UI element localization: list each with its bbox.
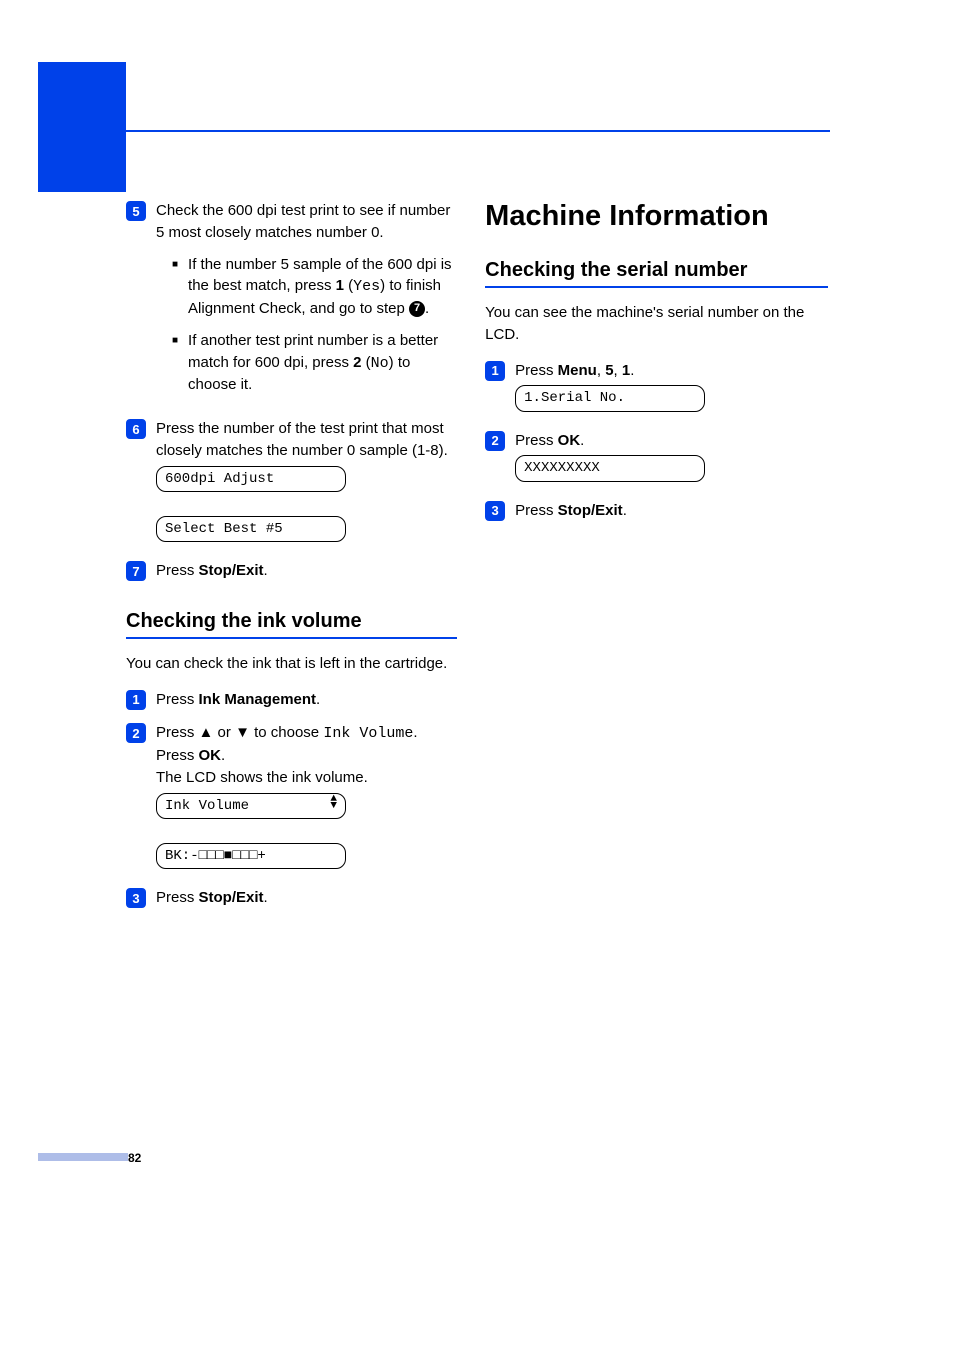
intro-paragraph: You can see the machine's serial number … (485, 302, 828, 346)
step-number-icon: 7 (126, 561, 146, 581)
section-rule (485, 286, 828, 288)
arrow-up-icon: ▲ (199, 724, 214, 741)
text: , (614, 362, 622, 379)
step-7: 7 Press Stop/Exit. (126, 560, 457, 582)
step-number-icon: 5 (126, 201, 146, 221)
key-label: 1 (336, 277, 344, 294)
lcd-display: 600dpi Adjust (156, 466, 346, 492)
key-label: Stop/Exit (199, 889, 264, 906)
step-number-icon: 3 (485, 501, 505, 521)
left-column: 5 Check the 600 dpi test print to see if… (126, 200, 457, 921)
key-label: OK (199, 747, 222, 764)
key-label: Stop/Exit (199, 562, 264, 579)
step-ref-icon: 7 (409, 301, 425, 317)
step-body: Check the 600 dpi test print to see if n… (156, 200, 457, 406)
lcd-display: BK:-□□□■□□□+ (156, 843, 346, 869)
text: , (597, 362, 605, 379)
text: . (623, 502, 627, 519)
step-text: Check the 600 dpi test print to see if n… (156, 202, 450, 241)
step-5: 5 Check the 600 dpi test print to see if… (126, 200, 457, 406)
step-number-icon: 6 (126, 419, 146, 439)
lcd-display: 1.Serial No. (515, 385, 705, 411)
text: or (213, 724, 235, 741)
ink-step-3: 3 Press Stop/Exit. (126, 887, 457, 909)
key-label: OK (558, 432, 581, 449)
section-rule (126, 637, 457, 639)
text: The LCD shows the ink volume. (156, 769, 368, 786)
section-heading: Checking the serial number (485, 259, 828, 282)
footer-accent (38, 1153, 128, 1161)
bullet-item: ■ If another test print number is a bett… (172, 330, 457, 396)
lcd-display: Ink Volume ▲▼ (156, 793, 346, 819)
page-content: 5 Check the 600 dpi test print to see if… (0, 200, 954, 921)
text: Press (156, 724, 199, 741)
ink-step-1: 1 Press Ink Management. (126, 689, 457, 711)
text: . (630, 362, 634, 379)
bullet-text: If the number 5 sample of the 600 dpi is… (188, 254, 457, 320)
serial-step-3: 3 Press Stop/Exit. (485, 500, 828, 522)
lcd-display: XXXXXXXXX (515, 455, 705, 481)
step-body: Press Ink Management. (156, 689, 457, 711)
step-number-icon: 3 (126, 888, 146, 908)
text: Press (156, 562, 199, 579)
step-6: 6 Press the number of the test print tha… (126, 418, 457, 548)
ink-step-2: 2 Press ▲ or ▼ to choose Ink Volume. Pre… (126, 722, 457, 875)
text: . (316, 691, 320, 708)
step-number-icon: 1 (126, 690, 146, 710)
ref-num: 7 (414, 301, 420, 317)
section-heading: Checking the ink volume (126, 610, 457, 633)
key-label: Menu (558, 362, 597, 379)
text: Press (156, 889, 199, 906)
step-body: Press Menu, 5, 1. 1.Serial No. (515, 360, 828, 418)
text: Press (515, 432, 558, 449)
key-label: 1 (622, 362, 630, 379)
text: Press (156, 691, 199, 708)
serial-step-2: 2 Press OK. XXXXXXXXX (485, 430, 828, 488)
bullet-text: If another test print number is a better… (188, 330, 457, 396)
text: to choose (250, 724, 323, 741)
text: Press (515, 502, 558, 519)
text: . (425, 300, 429, 317)
bullet-icon: ■ (172, 258, 178, 320)
step-body: Press ▲ or ▼ to choose Ink Volume. Press… (156, 722, 457, 875)
step-body: Press OK. XXXXXXXXX (515, 430, 828, 488)
updown-icon: ▲▼ (330, 796, 337, 810)
step-number-icon: 2 (485, 431, 505, 451)
step-body: Press the number of the test print that … (156, 418, 457, 548)
bullet-list: ■ If the number 5 sample of the 600 dpi … (172, 254, 457, 397)
step-body: Press Stop/Exit. (156, 560, 457, 582)
step-number-icon: 2 (126, 723, 146, 743)
lcd-display: Select Best #5 (156, 516, 346, 542)
text: ( (344, 277, 353, 294)
text: . (264, 889, 268, 906)
text: ( (361, 354, 370, 371)
bullet-item: ■ If the number 5 sample of the 600 dpi … (172, 254, 457, 320)
header-divider (38, 130, 830, 132)
step-body: Press Stop/Exit. (515, 500, 828, 522)
text: . (580, 432, 584, 449)
text: Press (515, 362, 558, 379)
main-heading: Machine Information (485, 200, 828, 233)
key-label: 5 (605, 362, 613, 379)
bullet-icon: ■ (172, 334, 178, 396)
page-number: 82 (128, 1151, 141, 1165)
text: . (221, 747, 225, 764)
lcd-text: Ink Volume (165, 798, 249, 814)
right-column: Machine Information Checking the serial … (485, 200, 828, 921)
serial-step-1: 1 Press Menu, 5, 1. 1.Serial No. (485, 360, 828, 418)
mono-text: Ink Volume (323, 725, 413, 742)
key-label: Ink Management (199, 691, 317, 708)
key-label: Stop/Exit (558, 502, 623, 519)
mono-text: Yes (353, 278, 380, 295)
arrow-down-icon: ▼ (235, 724, 250, 741)
step-body: Press Stop/Exit. (156, 887, 457, 909)
header-accent-block (38, 62, 126, 192)
intro-paragraph: You can check the ink that is left in th… (126, 653, 457, 675)
step-number-icon: 1 (485, 361, 505, 381)
text: . (264, 562, 268, 579)
step-text: Press the number of the test print that … (156, 420, 448, 459)
mono-text: No (371, 355, 389, 372)
